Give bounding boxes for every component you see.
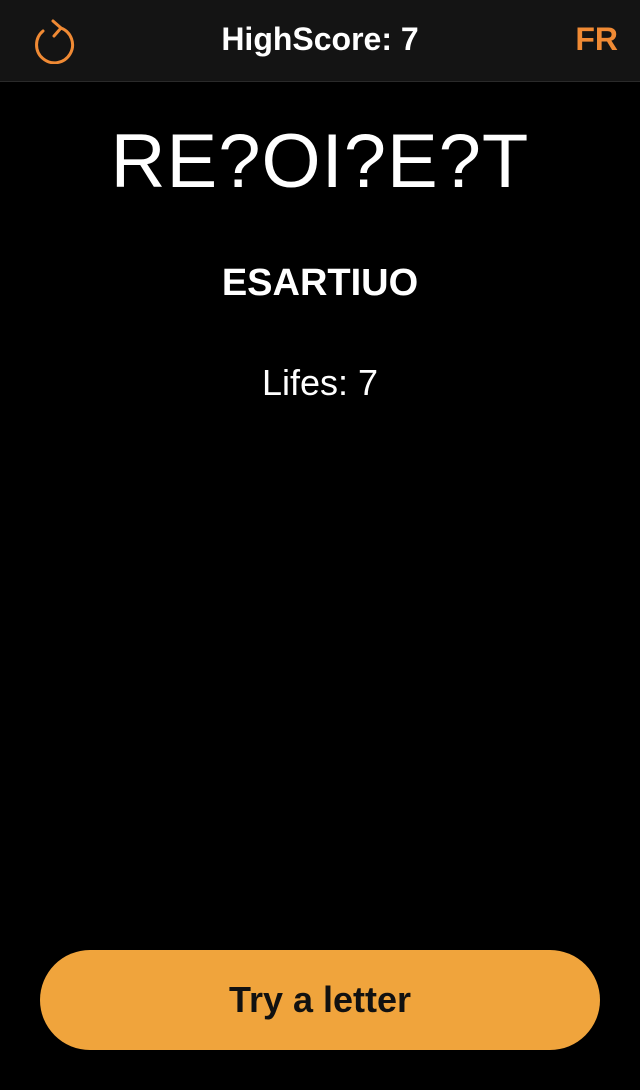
navigation-bar: HighScore: 7 FR [0,0,640,82]
tried-letters: ESARTIUO [221,262,419,304]
restart-button[interactable] [22,10,86,70]
language-button[interactable]: FR [575,10,618,68]
high-score-title: HighScore: 7 [221,20,419,57]
masked-word: RE?OI?E?T [110,119,530,204]
game-screen: HighScore: 7 FR RE?OI?E?T ESARTIUO Lifes… [0,0,640,1090]
lives-counter: Lifes: 7 [261,362,379,403]
refresh-icon [35,19,75,64]
try-letter-button[interactable]: Try a letter [40,950,600,1050]
